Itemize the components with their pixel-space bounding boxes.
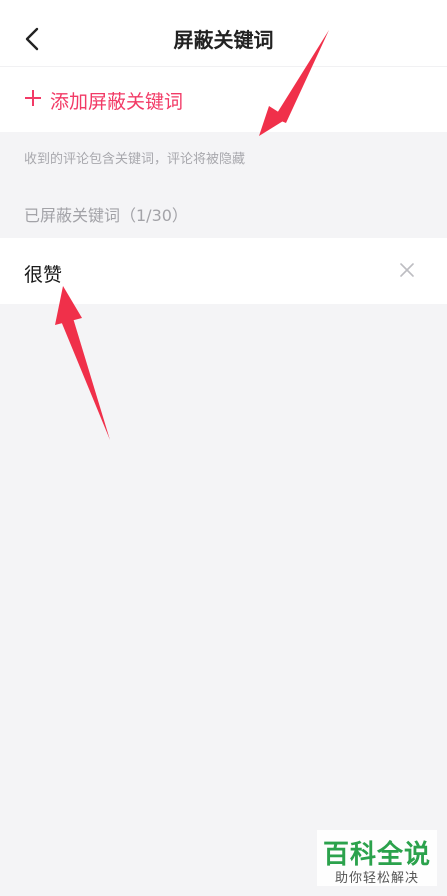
annotation-arrows bbox=[55, 30, 329, 440]
navigation-bar: 屏蔽关键词 bbox=[0, 0, 447, 66]
blocked-keywords-header: 已屏蔽关键词（1/30） bbox=[24, 206, 188, 225]
watermark-logo: 百科全说 助你轻松解决 bbox=[317, 830, 437, 886]
list-item: 很赞 bbox=[0, 238, 447, 304]
keyword-label: 很赞 bbox=[24, 264, 63, 286]
add-keyword-button[interactable]: 添加屏蔽关键词 bbox=[0, 66, 447, 132]
hint-text: 收到的评论包含关键词，评论将被隐藏 bbox=[24, 152, 246, 167]
watermark-title: 百科全说 bbox=[322, 840, 431, 870]
watermark-subtitle: 助你轻松解决 bbox=[334, 871, 419, 886]
close-icon[interactable] bbox=[398, 261, 416, 279]
annotation-arrow-bottom bbox=[61, 318, 110, 440]
add-keyword-label: 添加屏蔽关键词 bbox=[50, 91, 184, 113]
plus-icon bbox=[25, 90, 41, 106]
page-title: 屏蔽关键词 bbox=[173, 28, 274, 52]
